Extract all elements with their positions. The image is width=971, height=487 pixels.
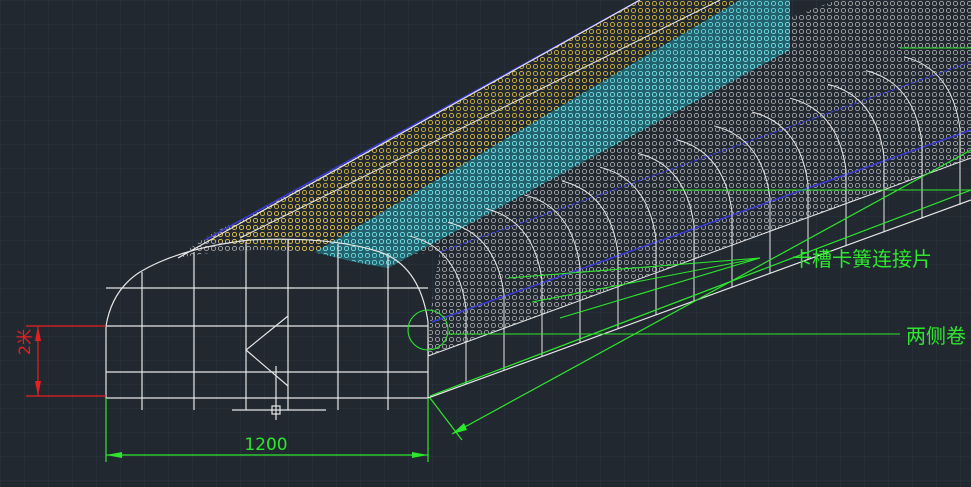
- height-dimension-label: 2米: [15, 329, 34, 355]
- cad-drawing-canvas: 1200 2米 卡槽卡簧连接片 两侧卷: [0, 0, 971, 487]
- width-dimension-label: 1200: [244, 435, 287, 455]
- callout-side-roll-label: 两侧卷: [906, 324, 966, 348]
- callout-clip-spring-label: 卡槽卡簧连接片: [792, 247, 932, 271]
